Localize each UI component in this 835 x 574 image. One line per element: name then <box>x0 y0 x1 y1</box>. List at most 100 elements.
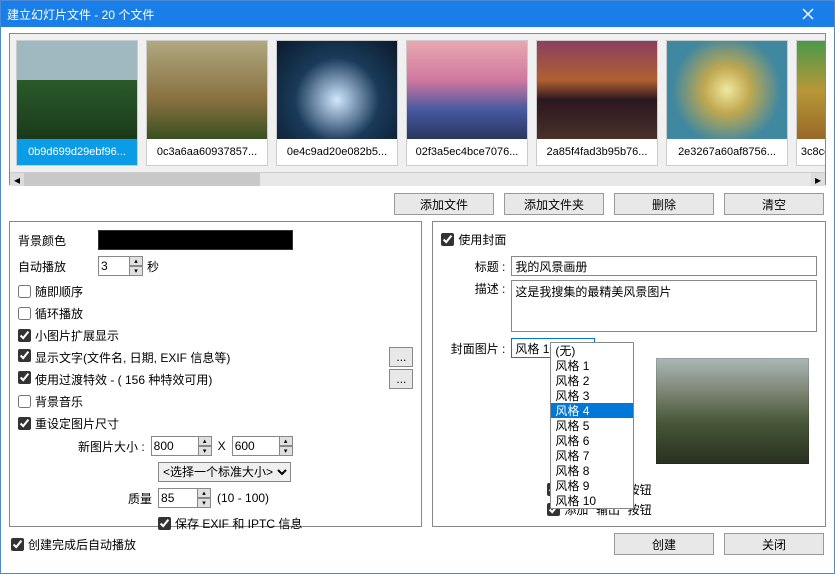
titlebar: 建立幻灯片文件 - 20 个文件 <box>1 1 834 27</box>
thumbnail-label: 2e3267a60af8756... <box>667 139 787 165</box>
delete-button[interactable]: 删除 <box>614 193 714 215</box>
dropdown-option[interactable]: 风格 3 <box>551 388 633 403</box>
show-text-checkbox[interactable] <box>18 349 31 362</box>
settings-panel: 背景颜色 自动播放 ▴ ▾ 秒 随即顺序 循环播放 小图片扩展显示 显示文字(文… <box>9 221 422 527</box>
quality-up-icon[interactable]: ▴ <box>197 488 211 498</box>
shuffle-label: 随即顺序 <box>35 283 83 300</box>
close-button[interactable]: 关闭 <box>724 533 824 555</box>
dropdown-option[interactable]: 风格 1 <box>551 358 633 373</box>
bg-music-checkbox[interactable] <box>18 395 31 408</box>
resize-label: 重设定图片尺寸 <box>35 415 119 432</box>
height-down-icon[interactable]: ▾ <box>279 446 293 456</box>
show-text-label: 显示文字(文件名, 日期, EXIF 信息等) <box>35 351 230 365</box>
spin-up-icon[interactable]: ▴ <box>129 256 143 266</box>
thumbnail-panel: 0b9d699d29ebf96... 0c3a6aa60937857... 0e4c… <box>9 33 826 185</box>
height-up-icon[interactable]: ▴ <box>279 436 293 446</box>
resize-checkbox[interactable] <box>18 417 31 430</box>
desc-textarea[interactable] <box>511 280 817 332</box>
quality-input[interactable] <box>158 488 198 508</box>
thumbnail-image <box>537 41 657 139</box>
width-up-icon[interactable]: ▴ <box>198 436 212 446</box>
scroll-grip[interactable] <box>24 173 260 186</box>
bg-music-label: 背景音乐 <box>35 393 83 410</box>
close-icon[interactable] <box>788 1 828 27</box>
width-input[interactable] <box>151 436 199 456</box>
thumbnail-item[interactable]: 2a85f4fad3b95b76... <box>536 40 658 166</box>
seconds-label: 秒 <box>147 258 159 275</box>
cover-panel: 使用封面 标题 : 描述 : 封面图片 : 风格 10 ▾ (无)风格 1风格 … <box>432 221 826 527</box>
thumbnail-label: 0e4c9ad20e082b5... <box>277 139 397 165</box>
dropdown-option[interactable]: 风格 9 <box>551 478 633 493</box>
cover-style-dropdown-list[interactable]: (无)风格 1风格 2风格 3风格 4风格 5风格 6风格 7风格 8风格 9风… <box>550 342 634 509</box>
standard-size-select[interactable]: <选择一个标准大小> <box>158 462 291 482</box>
thumbnail-label: 2a85f4fad3b95b76... <box>537 139 657 165</box>
file-toolbar: 添加文件 添加文件夹 删除 清空 <box>1 185 834 221</box>
show-text-options-button[interactable]: ... <box>389 347 413 367</box>
shuffle-checkbox[interactable] <box>18 285 31 298</box>
thumbnail-image <box>667 41 787 139</box>
spin-down-icon[interactable]: ▾ <box>129 266 143 276</box>
dropdown-option[interactable]: 风格 8 <box>551 463 633 478</box>
thumbnail-image <box>277 41 397 139</box>
thumb-expand-label: 小图片扩展显示 <box>35 327 119 344</box>
dropdown-option[interactable]: 风格 7 <box>551 448 633 463</box>
thumbnail-item[interactable]: 0b9d699d29ebf96... <box>16 40 138 166</box>
thumbnail-label: 0c3a6aa60937857... <box>147 139 267 165</box>
width-down-icon[interactable]: ▾ <box>198 446 212 456</box>
thumbnail-scrollbar[interactable]: ◂ ▸ <box>10 172 825 186</box>
dropdown-option[interactable]: (无) <box>551 343 633 358</box>
thumbnail-item[interactable]: 0e4c9ad20e082b5... <box>276 40 398 166</box>
transition-checkbox[interactable] <box>18 371 31 384</box>
autoplay-seconds-input[interactable] <box>98 256 130 276</box>
thumbnail-item[interactable]: 02f3a5ec4bce7076... <box>406 40 528 166</box>
bg-color-label: 背景颜色 <box>18 232 98 249</box>
thumbnail-label: 3c8ccdf30 <box>797 139 825 165</box>
new-size-label: 新图片大小 : <box>78 438 145 455</box>
thumbnail-image <box>797 41 825 139</box>
thumbnail-image <box>147 41 267 139</box>
save-exif-checkbox[interactable] <box>158 517 171 530</box>
scroll-right-icon[interactable]: ▸ <box>811 173 825 186</box>
autoplay-after-label: 创建完成后自动播放 <box>28 536 136 553</box>
thumbnail-image <box>407 41 527 139</box>
thumb-expand-checkbox[interactable] <box>18 329 31 342</box>
title-field-label: 标题 : <box>441 258 511 275</box>
create-button[interactable]: 创建 <box>614 533 714 555</box>
autoplay-label: 自动播放 <box>18 258 98 275</box>
thumbnail-image <box>17 41 137 139</box>
add-file-button[interactable]: 添加文件 <box>394 193 494 215</box>
scroll-left-icon[interactable]: ◂ <box>10 173 24 186</box>
transition-label: 使用过渡特效 - ( 156 种特效可用) <box>35 373 212 387</box>
loop-label: 循环播放 <box>35 305 83 322</box>
thumbnail-strip: 0b9d699d29ebf96... 0c3a6aa60937857... 0e4c… <box>10 34 825 172</box>
use-cover-label: 使用封面 <box>458 231 506 248</box>
cover-style-label: 封面图片 : <box>441 340 511 357</box>
thumbnail-item[interactable]: 0c3a6aa60937857... <box>146 40 268 166</box>
bg-color-swatch[interactable] <box>98 230 293 250</box>
quality-down-icon[interactable]: ▾ <box>197 498 211 508</box>
clear-button[interactable]: 清空 <box>724 193 824 215</box>
thumbnail-item[interactable]: 2e3267a60af8756... <box>666 40 788 166</box>
height-input[interactable] <box>232 436 280 456</box>
use-cover-checkbox[interactable] <box>441 233 454 246</box>
autoplay-after-checkbox[interactable] <box>11 538 24 551</box>
quality-range-label: (10 - 100) <box>217 491 269 505</box>
window-title: 建立幻灯片文件 - 20 个文件 <box>7 6 154 23</box>
loop-checkbox[interactable] <box>18 307 31 320</box>
dropdown-option[interactable]: 风格 5 <box>551 418 633 433</box>
desc-field-label: 描述 : <box>441 280 511 297</box>
cover-preview <box>650 352 815 470</box>
dropdown-option[interactable]: 风格 6 <box>551 433 633 448</box>
thumbnail-label: 02f3a5ec4bce7076... <box>407 139 527 165</box>
dropdown-option[interactable]: 风格 2 <box>551 373 633 388</box>
add-folder-button[interactable]: 添加文件夹 <box>504 193 604 215</box>
dropdown-option[interactable]: 风格 10 <box>551 493 633 508</box>
thumbnail-label: 0b9d699d29ebf96... <box>17 139 137 165</box>
title-input[interactable] <box>511 256 817 276</box>
thumbnail-item[interactable]: 3c8ccdf30 <box>796 40 825 166</box>
quality-label: 质量 <box>128 490 152 507</box>
size-x-label: X <box>218 439 226 453</box>
dropdown-option[interactable]: 风格 4 <box>551 403 633 418</box>
transition-options-button[interactable]: ... <box>389 369 413 389</box>
save-exif-label: 保存 EXIF 和 IPTC 信息 <box>175 515 302 532</box>
